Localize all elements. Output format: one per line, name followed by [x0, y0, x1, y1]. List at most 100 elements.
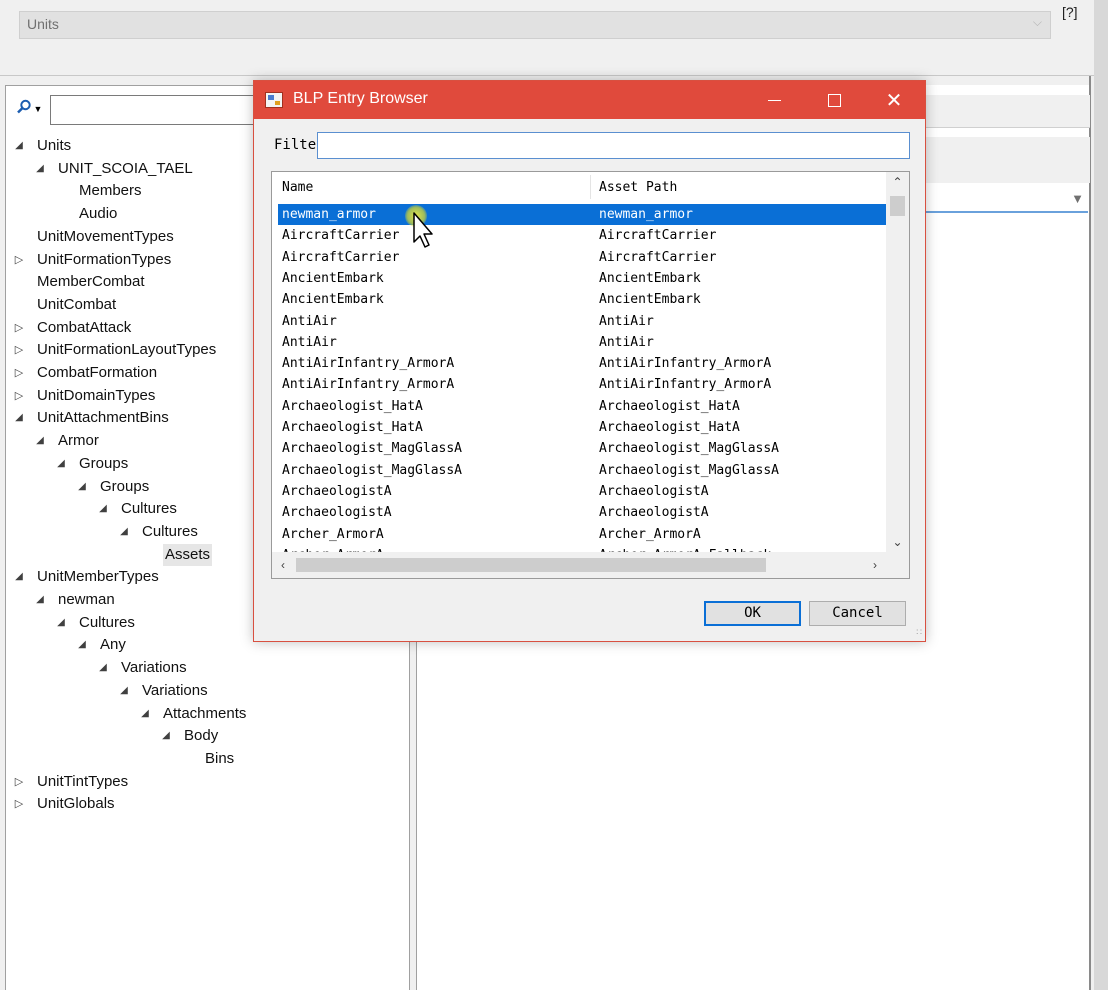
- column-header-name[interactable]: Name: [282, 180, 313, 195]
- list-row[interactable]: AncientEmbark AncientEmbark: [278, 289, 886, 310]
- scroll-left-icon[interactable]: ‹: [272, 552, 294, 578]
- list-row[interactable]: Archaeologist_HatA Archaeologist_HatA: [278, 417, 886, 438]
- expanded-arrow-icon[interactable]: ◢: [12, 135, 26, 157]
- collapsed-arrow-icon[interactable]: ▷: [12, 771, 26, 793]
- filter-input[interactable]: [317, 132, 910, 159]
- expanded-arrow-icon[interactable]: ◢: [33, 589, 47, 611]
- row-asset-path-cell: AircraftCarrier: [599, 249, 717, 265]
- dialog-title: BLP Entry Browser: [293, 90, 428, 107]
- list-row[interactable]: AntiAirInfantry_ArmorA AntiAirInfantry_Ar…: [278, 374, 886, 395]
- expanded-arrow-icon[interactable]: ◢: [117, 680, 131, 702]
- list-row[interactable]: ArchaeologistA ArchaeologistA: [278, 502, 886, 523]
- expanded-arrow-icon[interactable]: ◢: [54, 453, 68, 475]
- ok-button[interactable]: OK: [704, 601, 801, 626]
- collapsed-arrow-icon[interactable]: ▷: [12, 362, 26, 384]
- top-panel: Units ⌵ [?]: [0, 0, 1094, 76]
- row-asset-path-cell: ArchaeologistA: [599, 483, 709, 499]
- expanded-arrow-icon[interactable]: ◢: [75, 634, 89, 656]
- expanded-arrow-icon[interactable]: ◢: [159, 725, 173, 747]
- tree-node-label: MemberCombat: [37, 273, 145, 291]
- search-options-button[interactable]: ▼: [9, 96, 49, 122]
- expanded-arrow-icon[interactable]: ◢: [12, 407, 26, 429]
- details-header: [920, 137, 1090, 183]
- tree-node[interactable]: Bins: [6, 748, 406, 770]
- tree-node[interactable]: ◢ Variations: [6, 657, 406, 679]
- blp-entry-browser-dialog: BLP Entry Browser ✕ Filter Name Asset Pa…: [253, 80, 926, 642]
- list-row[interactable]: newman_armor newman_armor: [278, 204, 886, 225]
- tree-node-label: UnitDomainTypes: [37, 386, 156, 404]
- horizontal-scroll-thumb[interactable]: [296, 558, 766, 572]
- units-dropdown[interactable]: Units ⌵: [19, 11, 1051, 39]
- collapsed-arrow-icon[interactable]: ▷: [12, 385, 26, 407]
- expanded-arrow-icon[interactable]: ◢: [75, 476, 89, 498]
- resize-grip-icon[interactable]: ∷: [916, 627, 922, 638]
- collapsed-arrow-icon[interactable]: ▷: [12, 793, 26, 815]
- scroll-up-icon[interactable]: ⌃: [886, 172, 909, 192]
- list-row[interactable]: Archer_ArmorA Archer_ArmorA_Fallback: [278, 545, 886, 552]
- maximize-button[interactable]: [804, 81, 864, 119]
- list-row[interactable]: ArchaeologistA ArchaeologistA: [278, 481, 886, 502]
- tree-node[interactable]: ▷ UnitGlobals: [6, 793, 406, 815]
- scroll-down-icon[interactable]: ⌄: [886, 532, 909, 552]
- expanded-arrow-icon[interactable]: ◢: [12, 566, 26, 588]
- list-row[interactable]: AntiAir AntiAir: [278, 332, 886, 353]
- vertical-scrollbar[interactable]: ⌃ ⌄: [886, 172, 909, 552]
- row-name-cell: AntiAir: [282, 334, 337, 350]
- list-row[interactable]: Archer_ArmorA Archer_ArmorA: [278, 524, 886, 545]
- tree-node-label: UnitAttachmentBins: [37, 409, 169, 427]
- row-asset-path-cell: AncientEmbark: [599, 292, 701, 308]
- close-button[interactable]: ✕: [864, 81, 924, 119]
- list-row[interactable]: Archaeologist_MagGlassA Archaeologist_Mag…: [278, 438, 886, 459]
- expanded-arrow-icon[interactable]: ◢: [33, 430, 47, 452]
- row-asset-path-cell: AntiAir: [599, 334, 654, 350]
- column-header-asset-path[interactable]: Asset Path: [599, 180, 677, 195]
- expanded-arrow-icon[interactable]: ◢: [96, 657, 110, 679]
- tree-node-label: UNIT_SCOIA_TAEL: [58, 159, 193, 177]
- tree-node[interactable]: ◢ Body: [6, 725, 406, 747]
- expanded-arrow-icon[interactable]: ◢: [33, 158, 47, 180]
- details-dropdown[interactable]: ▼: [920, 189, 1088, 213]
- expanded-arrow-icon[interactable]: ◢: [54, 612, 68, 634]
- collapsed-arrow-icon[interactable]: ▷: [12, 339, 26, 361]
- list-row[interactable]: AntiAir AntiAir: [278, 311, 886, 332]
- tree-node[interactable]: ◢ Variations: [6, 680, 406, 702]
- details-toolbar: [920, 95, 1090, 128]
- chevron-down-icon: ⌵: [1032, 15, 1042, 29]
- list-row[interactable]: Archaeologist_MagGlassA Archaeologist_Mag…: [278, 460, 886, 481]
- list-row[interactable]: AncientEmbark AncientEmbark: [278, 268, 886, 289]
- mouse-cursor-icon: [412, 212, 436, 253]
- row-asset-path-cell: Archaeologist_HatA: [599, 398, 740, 414]
- expanded-arrow-icon[interactable]: ◢: [96, 498, 110, 520]
- list-row[interactable]: AntiAirInfantry_ArmorA AntiAirInfantry_Ar…: [278, 353, 886, 374]
- horizontal-scrollbar[interactable]: ‹ ›: [272, 552, 909, 578]
- collapsed-arrow-icon[interactable]: ▷: [12, 317, 26, 339]
- tree-node[interactable]: ▷ UnitTintTypes: [6, 771, 406, 793]
- tree-node-label: Cultures: [142, 522, 198, 540]
- tree-node-label: Audio: [79, 205, 118, 223]
- help-link[interactable]: [?]: [1062, 4, 1078, 20]
- tree-node-label: UnitCombat: [37, 295, 117, 313]
- row-asset-path-cell: Archaeologist_MagGlassA: [599, 441, 780, 457]
- collapsed-arrow-icon[interactable]: ▷: [12, 249, 26, 271]
- tree-node-label: Members: [79, 182, 142, 200]
- row-name-cell: AircraftCarrier: [282, 249, 400, 265]
- minimize-button[interactable]: [744, 81, 804, 119]
- expanded-arrow-icon[interactable]: ◢: [138, 703, 152, 725]
- row-name-cell: AncientEmbark: [282, 270, 384, 286]
- list-row[interactable]: AircraftCarrier AircraftCarrier: [278, 225, 886, 246]
- tree-node[interactable]: ◢ Attachments: [6, 703, 406, 725]
- list-row[interactable]: Archaeologist_HatA Archaeologist_HatA: [278, 396, 886, 417]
- entry-list[interactable]: Name Asset Path newman_armor newman_armor…: [271, 171, 910, 579]
- scroll-right-icon[interactable]: ›: [864, 552, 886, 578]
- cancel-button[interactable]: Cancel: [809, 601, 906, 626]
- tree-node-label: Attachments: [163, 704, 247, 722]
- vertical-scroll-thumb[interactable]: [890, 196, 905, 216]
- dialog-title-bar[interactable]: BLP Entry Browser ✕: [254, 81, 925, 119]
- list-row[interactable]: AircraftCarrier AircraftCarrier: [278, 247, 886, 268]
- tree-node-label: UnitMemberTypes: [37, 568, 159, 586]
- expanded-arrow-icon[interactable]: ◢: [117, 521, 131, 543]
- column-separator[interactable]: [590, 175, 591, 199]
- tree-node-label: UnitFormationLayoutTypes: [37, 341, 217, 359]
- window-edge: [1094, 0, 1108, 990]
- minimize-icon: [767, 99, 781, 101]
